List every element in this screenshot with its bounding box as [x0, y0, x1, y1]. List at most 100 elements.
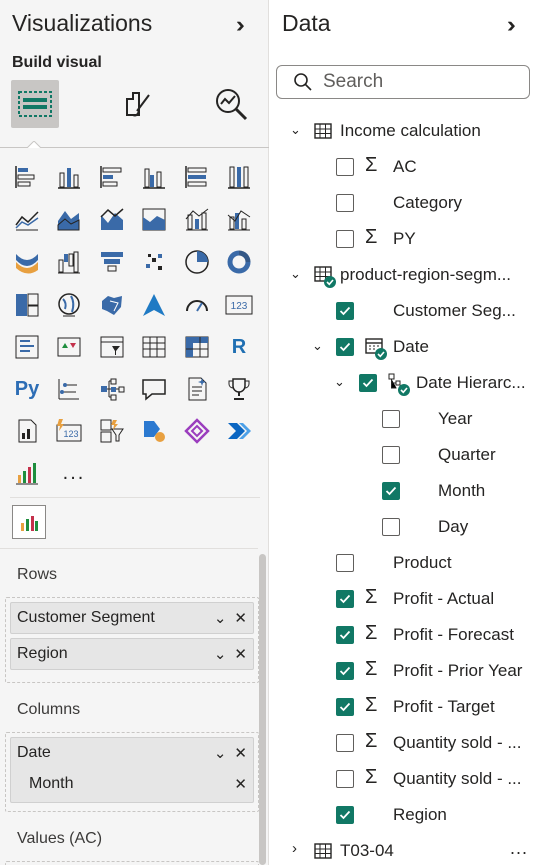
100-stacked-bar-chart-icon[interactable] — [182, 162, 212, 192]
scatter-chart-icon[interactable] — [139, 247, 169, 277]
key-influencers-icon[interactable] — [54, 374, 84, 404]
table-product-region-segment[interactable]: ⌄ product-region-segm... — [270, 257, 534, 293]
funnel-chart-icon[interactable] — [97, 247, 127, 277]
hierarchy-level-row[interactable]: Day — [270, 509, 534, 545]
ribbon-chart-icon[interactable] — [12, 247, 42, 277]
columns-field-pill[interactable]: Date ⌄ ✕ Month ✕ — [10, 737, 254, 803]
field-checkbox[interactable] — [336, 194, 354, 212]
field-checkbox[interactable] — [382, 518, 400, 536]
values-well[interactable] — [5, 861, 259, 865]
close-icon[interactable]: ✕ — [234, 609, 247, 627]
power-automate-icon[interactable] — [139, 416, 169, 446]
field-checkbox-checked[interactable] — [359, 374, 377, 392]
multi-row-card-icon[interactable] — [12, 332, 42, 362]
field-row[interactable]: Σ Profit - Actual — [270, 581, 534, 617]
100-stacked-column-chart-icon[interactable] — [224, 162, 254, 192]
rows-field-pill[interactable]: Region ⌄ ✕ — [10, 638, 254, 670]
more-visuals-icon[interactable]: ... — [54, 458, 94, 488]
close-icon[interactable]: ✕ — [234, 744, 247, 762]
field-row[interactable]: Category — [270, 185, 534, 221]
table-visual-icon[interactable] — [139, 332, 169, 362]
card-icon[interactable]: 123 — [224, 290, 254, 320]
chevron-down-icon[interactable]: ⌄ — [290, 266, 301, 282]
filled-map-icon[interactable] — [97, 290, 127, 320]
chevron-down-icon[interactable]: ⌄ — [214, 609, 227, 627]
custom-visual-chart-icon[interactable] — [12, 458, 42, 488]
smart-narrative-icon[interactable] — [182, 374, 212, 404]
wells-scrollbar[interactable] — [259, 554, 266, 865]
field-checkbox-checked[interactable] — [336, 698, 354, 716]
map-globe-icon[interactable] — [54, 290, 84, 320]
field-checkbox-checked[interactable] — [336, 302, 354, 320]
kpi-icon[interactable] — [54, 332, 84, 362]
field-checkbox-checked[interactable] — [336, 662, 354, 680]
chevron-right-icon[interactable]: › — [292, 840, 297, 857]
double-chevron-right-icon[interactable]: ›› — [236, 12, 244, 38]
analytics-mode-button[interactable] — [207, 80, 255, 128]
100-stacked-area-chart-icon[interactable] — [139, 204, 169, 234]
field-checkbox-checked[interactable] — [336, 806, 354, 824]
hierarchy-level-row[interactable]: Month — [270, 473, 534, 509]
chevron-down-icon[interactable]: ⌄ — [334, 374, 345, 390]
field-checkbox[interactable] — [382, 410, 400, 428]
columns-well[interactable]: Date ⌄ ✕ Month ✕ — [5, 732, 259, 812]
line-chart-icon[interactable] — [12, 204, 42, 234]
field-checkbox-checked[interactable] — [336, 590, 354, 608]
close-icon[interactable]: ✕ — [234, 775, 247, 793]
chevron-down-icon[interactable]: ⌄ — [290, 122, 301, 138]
field-checkbox-checked[interactable] — [382, 482, 400, 500]
build-visual-mode-button[interactable] — [11, 80, 59, 128]
field-row[interactable]: Σ Profit - Forecast — [270, 617, 534, 653]
gauge-icon[interactable] — [182, 290, 212, 320]
stacked-bar-chart-icon[interactable] — [12, 162, 42, 192]
hierarchy-level-row[interactable]: Year — [270, 401, 534, 437]
field-checkbox[interactable] — [336, 734, 354, 752]
goals-trophy-icon[interactable] — [224, 374, 254, 404]
hierarchy-row[interactable]: ⌄ Date Hierarc... — [270, 365, 534, 401]
paginated-report-icon[interactable] — [12, 416, 42, 446]
rows-well[interactable]: Customer Segment ⌄ ✕ Region ⌄ ✕ — [5, 597, 259, 683]
chevron-down-icon[interactable]: ⌄ — [214, 744, 227, 762]
area-chart-icon[interactable] — [54, 204, 84, 234]
azure-map-icon[interactable] — [139, 290, 169, 320]
donut-chart-icon[interactable] — [224, 247, 254, 277]
field-row[interactable]: Σ Quantity sold - ... — [270, 761, 534, 797]
treemap-icon[interactable] — [12, 290, 42, 320]
clustered-column-chart-icon[interactable] — [139, 162, 169, 192]
field-checkbox[interactable] — [382, 446, 400, 464]
field-checkbox[interactable] — [336, 230, 354, 248]
field-row[interactable]: Product — [270, 545, 534, 581]
field-row[interactable]: Σ PY — [270, 221, 534, 257]
waterfall-chart-icon[interactable] — [54, 247, 84, 277]
chevron-down-icon[interactable]: ⌄ — [312, 338, 323, 354]
pie-chart-icon[interactable] — [182, 247, 212, 277]
close-icon[interactable]: ✕ — [234, 645, 247, 663]
field-row[interactable]: Region — [270, 797, 534, 833]
power-automate-flow-icon[interactable] — [224, 416, 254, 446]
field-checkbox-checked[interactable] — [336, 626, 354, 644]
field-checkbox-checked[interactable] — [336, 338, 354, 356]
field-row[interactable]: Σ Profit - Target — [270, 689, 534, 725]
slicer-icon[interactable] — [97, 332, 127, 362]
stacked-area-chart-icon[interactable] — [97, 204, 127, 234]
qna-visual-icon[interactable] — [139, 374, 169, 404]
r-script-visual-icon[interactable]: R — [224, 332, 254, 362]
power-apps-slicer-icon[interactable] — [97, 416, 127, 446]
field-row[interactable]: ⌄ Date — [270, 329, 534, 365]
field-row[interactable]: Customer Seg... — [270, 293, 534, 329]
format-visual-mode-button[interactable] — [112, 80, 160, 128]
field-row[interactable]: Σ Quantity sold - ... — [270, 725, 534, 761]
stacked-column-chart-icon[interactable] — [54, 162, 84, 192]
table-t03-04[interactable]: › T03-04 ... — [270, 833, 534, 865]
more-options-icon[interactable]: ... — [510, 838, 528, 859]
field-checkbox[interactable] — [336, 158, 354, 176]
field-row[interactable]: Σ Profit - Prior Year — [270, 653, 534, 689]
clustered-bar-chart-icon[interactable] — [97, 162, 127, 192]
field-checkbox[interactable] — [336, 554, 354, 572]
line-and-clustered-column-chart-icon[interactable] — [224, 204, 254, 234]
python-visual-icon[interactable]: Py — [12, 374, 42, 404]
decomposition-tree-icon[interactable] — [97, 374, 127, 404]
double-chevron-right-icon[interactable]: ›› — [507, 12, 515, 38]
rows-field-pill[interactable]: Customer Segment ⌄ ✕ — [10, 602, 254, 634]
power-kpi-icon[interactable]: 123 — [54, 416, 84, 446]
